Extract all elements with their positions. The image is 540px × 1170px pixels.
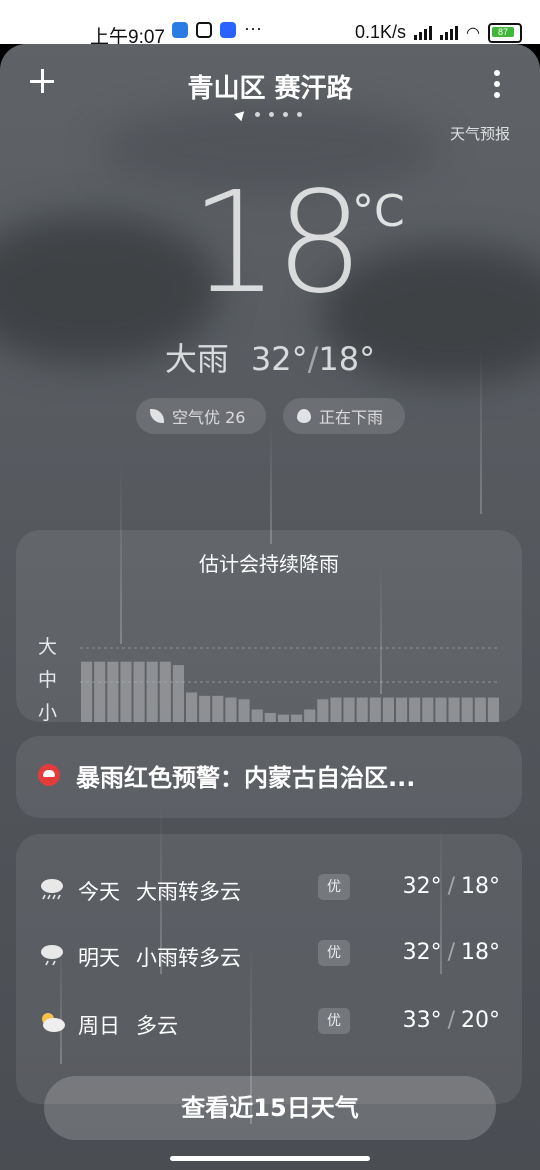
day-name: 周日 — [78, 1014, 120, 1038]
low-temp: 18° — [318, 340, 376, 378]
daily-row-today[interactable]: 今天 大雨转多云 优 32°/18° — [16, 868, 522, 908]
rain-bar — [448, 697, 460, 722]
weather-alert-card[interactable]: 暴雨红色预警：内蒙古自治区... — [16, 736, 522, 818]
app-notification-icon — [196, 22, 212, 38]
condition-text: 大雨 — [164, 340, 229, 378]
rain-intensity-chart: 大中小现在1小时后2小时后 — [38, 636, 500, 722]
rain-bar — [435, 697, 447, 722]
rain-forecast-card[interactable]: 估计会持续降雨 大中小现在1小时后2小时后 — [16, 530, 522, 722]
rain-bar — [369, 697, 381, 722]
view-15-day-button[interactable]: 查看近15日天气 — [44, 1076, 496, 1140]
rain-bar — [186, 692, 198, 722]
city-page-indicator — [234, 107, 302, 122]
rain-level-label: 中 — [38, 669, 57, 691]
day-temperature: 33°/20° — [402, 1008, 500, 1033]
rain-bar — [133, 661, 145, 722]
rain-bar — [159, 661, 171, 722]
daily-row-sunday[interactable]: 周日 多云 优 33°/20° — [16, 1002, 522, 1042]
rain-bar — [172, 665, 184, 722]
alert-text: 暴雨红色预警：内蒙古自治区... — [76, 764, 416, 792]
heavy-rain-icon — [41, 879, 63, 900]
day-name: 今天 — [78, 880, 120, 904]
rain-bar — [199, 695, 211, 722]
temperature-unit: °C — [352, 186, 405, 237]
rain-bar — [474, 697, 486, 722]
rain-bar — [461, 697, 473, 722]
day-temperature: 32°/18° — [402, 940, 500, 965]
rain-bar — [382, 697, 394, 722]
rain-bar — [107, 661, 119, 722]
high-temp: 32° — [250, 340, 308, 378]
rain-bar — [120, 661, 132, 722]
rain-bar — [317, 699, 329, 722]
current-temperature: 18 — [190, 162, 364, 325]
rain-bar — [225, 697, 237, 722]
rain-bar — [396, 697, 408, 722]
cloudy-icon — [42, 1013, 65, 1032]
weather-screen[interactable]: 青山区 赛汗路 天气预报 18 °C 大雨 32°/18° 空气优 26 正在下雨… — [0, 44, 540, 1170]
rain-bar — [487, 697, 499, 722]
rain-bar — [356, 697, 368, 722]
signal-icon — [440, 25, 459, 40]
battery-level: 87 — [492, 26, 514, 37]
rain-bar — [251, 709, 263, 722]
rain-bar — [409, 697, 421, 722]
more-options-button[interactable] — [494, 70, 500, 103]
current-condition: 大雨 32°/18° — [164, 340, 376, 378]
day-condition: 小雨转多云 — [136, 946, 241, 970]
rain-status-pill[interactable]: 正在下雨 — [283, 398, 405, 434]
wifi-icon: ◠ — [466, 24, 480, 42]
status-bar: 上午9:07 ··· 0.1K/s ◠ 87 — [0, 0, 540, 48]
location-title[interactable]: 青山区 赛汗路 — [0, 68, 540, 105]
aqi-badge: 优 — [318, 1008, 350, 1034]
air-quality-pill[interactable]: 空气优 26 — [136, 398, 266, 434]
rain-status-label: 正在下雨 — [319, 408, 384, 427]
notification-icons: ··· — [172, 18, 262, 38]
leaf-icon — [150, 409, 164, 423]
air-quality-label: 空气优 26 — [172, 408, 246, 427]
daily-forecast-card[interactable]: 今天 大雨转多云 优 32°/18° 明天 小雨转多云 优 32°/18° 周日… — [16, 834, 522, 1104]
forecast-link[interactable]: 天气预报 — [450, 123, 510, 144]
storm-alert-icon — [38, 764, 60, 786]
rain-bar — [81, 661, 93, 722]
rain-bar — [422, 697, 434, 722]
app-notification-icon — [172, 22, 188, 38]
net-speed: 0.1K/s — [355, 22, 407, 42]
rain-bar — [146, 661, 158, 722]
rain-bar — [264, 712, 276, 722]
location-arrow-icon — [234, 107, 248, 122]
day-name: 明天 — [78, 946, 120, 970]
light-rain-icon — [41, 945, 63, 966]
rain-bar — [94, 661, 106, 722]
rain-level-label: 小 — [38, 702, 57, 722]
rain-bar — [212, 695, 224, 722]
day-temperature: 32°/18° — [402, 874, 500, 899]
rain-bar — [277, 714, 289, 722]
app-notification-icon — [220, 22, 236, 38]
raindrop-icon — [297, 409, 311, 423]
rain-bar — [291, 714, 303, 722]
rain-bar — [304, 709, 316, 722]
rain-bar — [238, 699, 250, 722]
rain-bar — [330, 697, 342, 722]
aqi-badge: 优 — [318, 874, 350, 900]
rain-bar — [343, 697, 355, 722]
signal-icon — [414, 25, 433, 40]
home-indicator[interactable] — [170, 1156, 370, 1161]
more-notifications-icon: ··· — [244, 18, 262, 38]
day-condition: 大雨转多云 — [136, 880, 241, 904]
daily-row-tomorrow[interactable]: 明天 小雨转多云 优 32°/18° — [16, 934, 522, 974]
aqi-badge: 优 — [318, 940, 350, 966]
battery-icon: 87 — [488, 22, 522, 43]
rain-level-label: 大 — [38, 636, 57, 658]
day-condition: 多云 — [136, 1014, 178, 1038]
